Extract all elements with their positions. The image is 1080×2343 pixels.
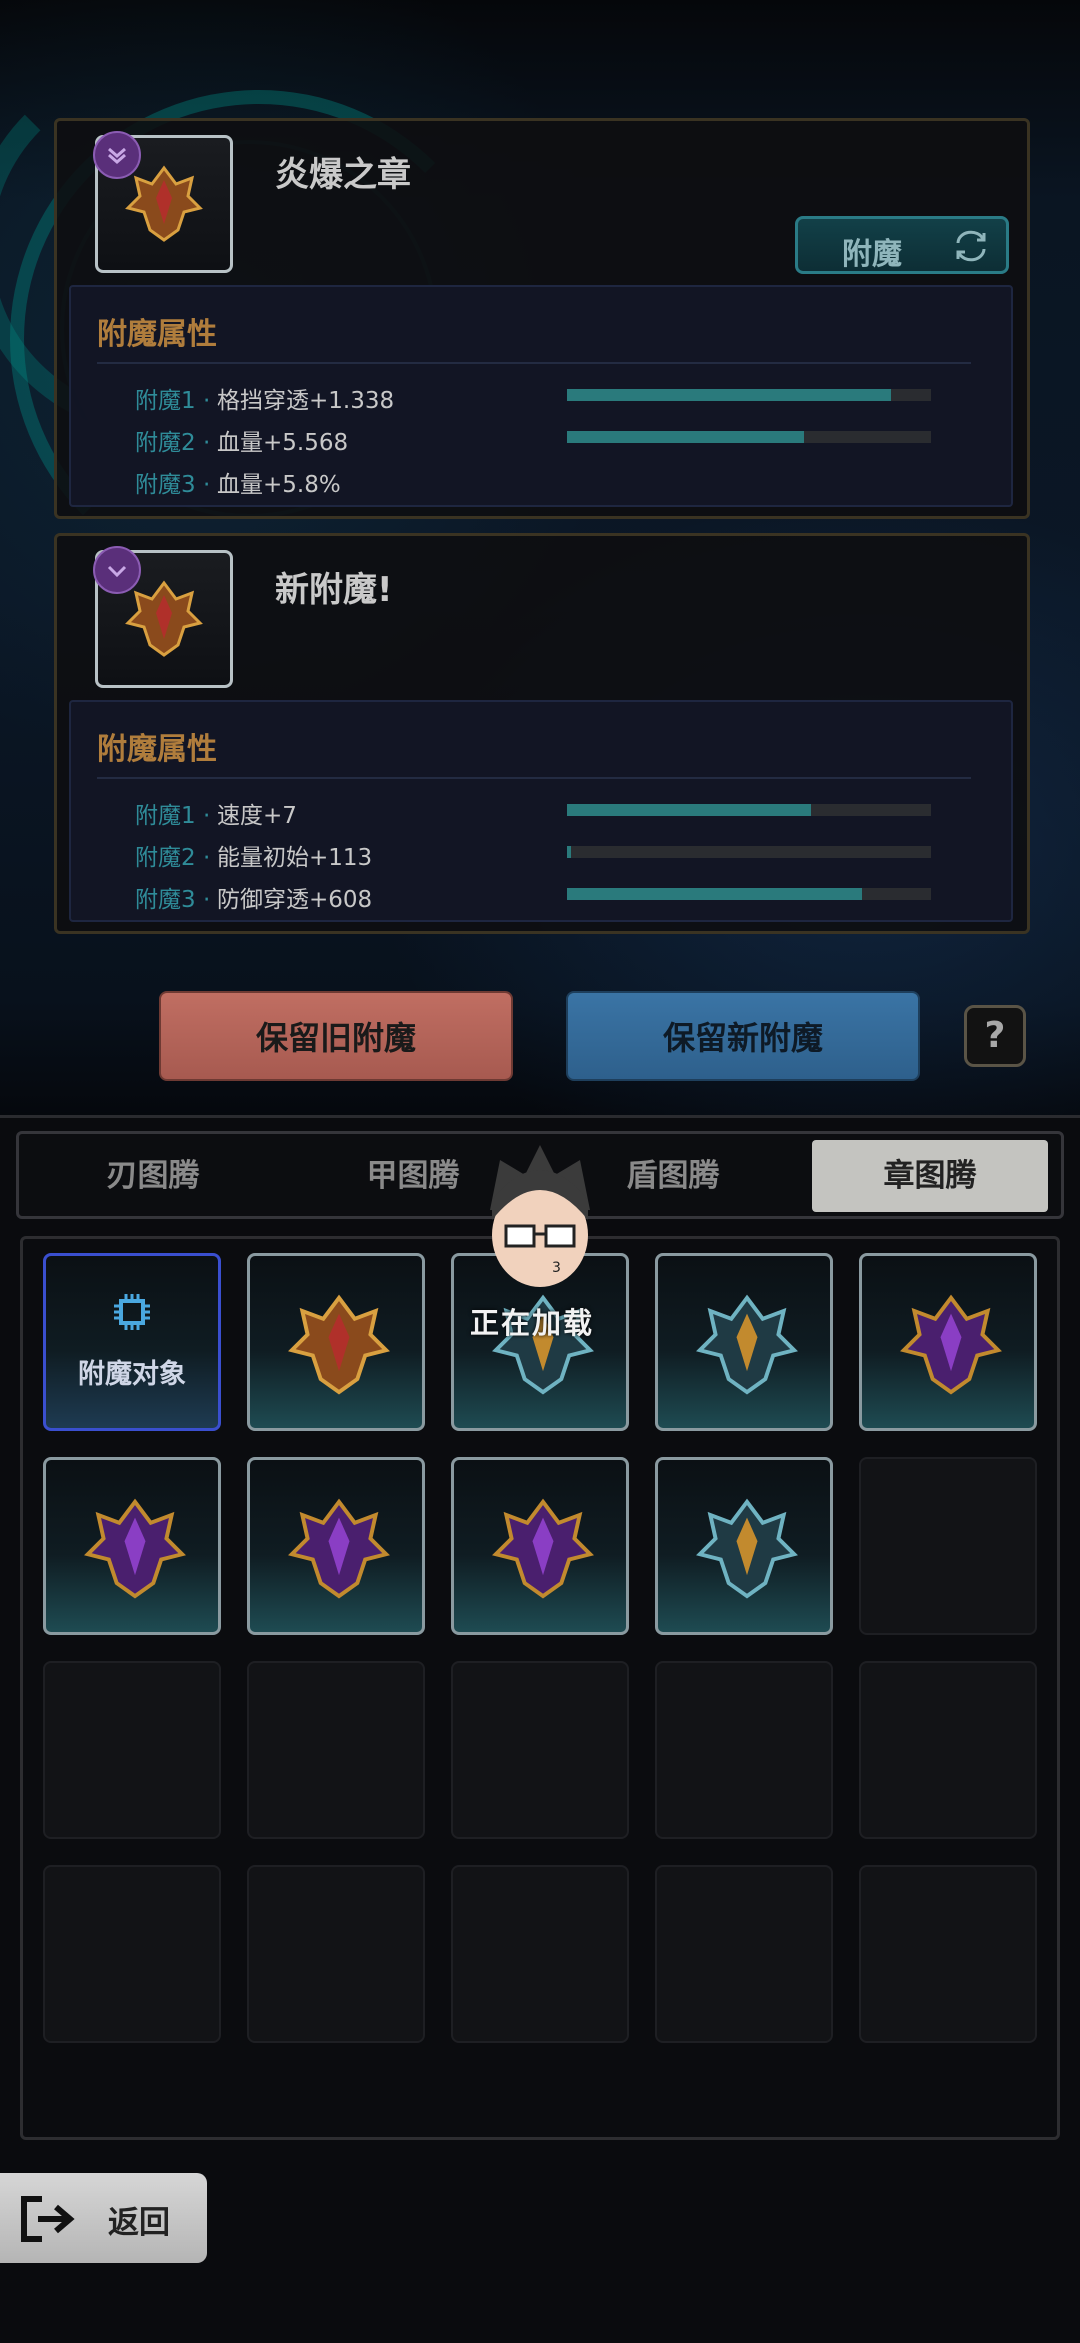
empty-slot: [247, 1865, 425, 2043]
emblem-icon: [288, 1294, 390, 1395]
totem-item-slot[interactable]: [655, 1253, 833, 1431]
attribute-value: 能量初始+113: [217, 845, 373, 871]
item-name: 炎爆之章: [275, 155, 411, 195]
divider: [97, 362, 971, 364]
keep-new-enchant-button[interactable]: 保留新附魔: [566, 991, 920, 1081]
new-enchant-title: 新附魔!: [275, 570, 393, 610]
attribute-row: 附魔2 · 血量+5.568: [135, 419, 985, 459]
attribute-name: 附魔2 ·: [135, 430, 211, 456]
keep-old-enchant-button[interactable]: 保留旧附魔: [159, 991, 513, 1081]
emblem-icon: [288, 1498, 390, 1599]
attribute-row: 附魔2 · 能量初始+113: [135, 834, 985, 874]
totem-item-slot[interactable]: [859, 1253, 1037, 1431]
emblem-icon: [492, 1498, 594, 1599]
attribute-level-bar: [567, 846, 931, 858]
empty-slot: [859, 1457, 1037, 1635]
help-button[interactable]: ?: [964, 1005, 1026, 1067]
exit-icon: [20, 2195, 76, 2247]
tab-chapter-totem[interactable]: 章图腾: [812, 1140, 1048, 1212]
divider: [97, 777, 971, 779]
totem-item-slot[interactable]: [43, 1457, 221, 1635]
empty-slot: [451, 1661, 629, 1839]
attribute-name: 附魔1 ·: [135, 388, 211, 414]
attribute-row: 附魔1 · 格挡穿透+1.338: [135, 377, 985, 417]
empty-slot: [859, 1865, 1037, 2043]
grade-badge-icon: [93, 546, 141, 594]
chip-icon: [112, 1292, 152, 1336]
attribute-level-bar: [567, 888, 931, 900]
empty-slot: [43, 1865, 221, 2043]
attribute-value: 格挡穿透+1.338: [217, 388, 395, 414]
current-enchant-card: 炎爆之章 附魔 附魔属性 附魔1 · 格挡穿透+1.338 附魔2 · 血量+5…: [54, 118, 1030, 519]
back-button-label: 返回: [108, 2205, 170, 2241]
grade-badge-icon: [93, 131, 141, 179]
enchant-attributes-panel: 附魔属性 附魔1 · 格挡穿透+1.338 附魔2 · 血量+5.568 附魔3…: [69, 285, 1013, 507]
attribute-row: 附魔1 · 速度+7: [135, 792, 985, 832]
attribute-name: 附魔1 ·: [135, 803, 211, 829]
enchant-target-slot[interactable]: 附魔对象: [43, 1253, 221, 1431]
attribute-row: 附魔3 · 防御穿透+608: [135, 876, 985, 916]
empty-slot: [655, 1865, 833, 2043]
attribute-value: 血量+5.8%: [217, 472, 341, 498]
attribute-level-bar: [567, 389, 931, 401]
emblem-icon: [125, 165, 203, 242]
refresh-icon: [952, 229, 990, 267]
item-grid: 附魔对象: [20, 1236, 1060, 2140]
totem-item-slot[interactable]: [451, 1457, 629, 1635]
attribute-name: 附魔3 ·: [135, 887, 211, 913]
loading-text: 正在加载: [470, 1306, 595, 1340]
attribute-level-bar: [567, 431, 931, 443]
tab-blade-totem[interactable]: 刃图腾: [35, 1140, 271, 1212]
emblem-icon: [900, 1294, 1002, 1395]
empty-slot: [451, 1865, 629, 2043]
empty-slot: [247, 1661, 425, 1839]
emblem-icon: [696, 1294, 798, 1395]
attribute-value: 速度+7: [217, 803, 297, 829]
enchant-target-label: 附魔对象: [78, 1359, 186, 1390]
emblem-icon: [84, 1498, 186, 1599]
totem-item-slot[interactable]: [247, 1253, 425, 1431]
emblem-icon: [125, 580, 203, 657]
empty-slot: [43, 1661, 221, 1839]
attribute-level-bar: [567, 804, 931, 816]
attributes-heading: 附魔属性: [97, 732, 217, 767]
empty-slot: [859, 1661, 1037, 1839]
empty-slot: [655, 1661, 833, 1839]
attribute-name: 附魔3 ·: [135, 472, 211, 498]
enchant-button[interactable]: 附魔: [795, 216, 1009, 274]
enchant-button-label: 附魔: [842, 237, 902, 272]
enchant-attributes-panel: 附魔属性 附魔1 · 速度+7 附魔2 · 能量初始+113 附魔3 · 防御穿…: [69, 700, 1013, 922]
back-button[interactable]: 返回: [0, 2173, 207, 2263]
totem-item-slot[interactable]: [655, 1457, 833, 1635]
emblem-icon: [696, 1498, 798, 1599]
attribute-row: 附魔3 · 血量+5.8%: [135, 461, 985, 501]
attributes-heading: 附魔属性: [97, 317, 217, 352]
attribute-value: 防御穿透+608: [217, 887, 373, 913]
new-enchant-card: 新附魔! 附魔属性 附魔1 · 速度+7 附魔2 · 能量初始+113 附魔3 …: [54, 533, 1030, 934]
totem-item-slot[interactable]: [247, 1457, 425, 1635]
attribute-name: 附魔2 ·: [135, 845, 211, 871]
attribute-value: 血量+5.568: [217, 430, 349, 456]
svg-text:3: 3: [552, 1260, 561, 1276]
